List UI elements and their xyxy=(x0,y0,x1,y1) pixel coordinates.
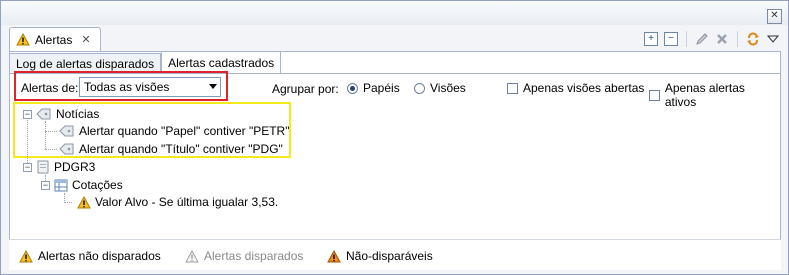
checkbox-label: Apenas visões abertas xyxy=(523,81,645,95)
tree-node-alert-papel[interactable]: Alertar quando "Papel" contiver "PETR" xyxy=(59,122,289,140)
only-active-alerts-checkbox[interactable]: Apenas alertas ativos xyxy=(649,81,778,109)
tree-node-label: Alertar quando "Título" contiver "PDG" xyxy=(79,142,283,156)
tab-log-alertas[interactable]: Log de alertas disparados xyxy=(9,53,162,73)
warning-icon xyxy=(19,249,33,262)
legend-bar: Alertas não disparados Alertas disparado… xyxy=(9,239,781,270)
tree-guide-line xyxy=(45,149,57,150)
alerts-of-dropdown[interactable]: Todas as visões xyxy=(79,77,221,97)
document-icon xyxy=(37,160,49,174)
collapse-node-icon[interactable]: − xyxy=(23,109,32,119)
checkbox-label: Apenas alertas ativos xyxy=(664,81,745,109)
delete-icon[interactable] xyxy=(715,32,729,46)
tree-node-label: Notícias xyxy=(56,107,100,121)
warning-icon xyxy=(16,33,30,46)
sync-icon[interactable] xyxy=(746,32,760,46)
collapse-all-icon[interactable]: − xyxy=(664,32,678,46)
legend-triggered: Alertas disparados xyxy=(185,249,303,263)
legend-not-triggered: Alertas não disparados xyxy=(19,249,161,263)
checkbox-icon xyxy=(507,82,518,94)
collapse-node-icon[interactable]: − xyxy=(41,180,50,190)
view-menu-icon[interactable] xyxy=(766,32,780,46)
toolbar-separator xyxy=(686,31,687,47)
tree-node-valor-alvo[interactable]: Valor Alvo - Se última igualar 3,53. xyxy=(77,193,278,211)
warning-orange-icon xyxy=(327,249,341,262)
view-tab-label: Alertas xyxy=(35,32,73,47)
radio-label: Visões xyxy=(430,81,466,95)
warning-icon xyxy=(77,195,91,208)
tree-node-noticias[interactable]: − Notícias xyxy=(23,105,99,123)
close-tab-icon[interactable]: ✕ xyxy=(81,33,90,46)
tab-alertas-cadastrados[interactable]: Alertas cadastrados xyxy=(161,51,282,73)
radio-selected-icon xyxy=(347,82,358,94)
subtab-strip: Log de alertas disparados Alertas cadast… xyxy=(9,51,282,73)
dropdown-arrow-icon xyxy=(209,84,217,89)
alerts-of-label: Alertas de: xyxy=(21,81,79,95)
warning-outline-icon xyxy=(185,249,199,262)
tree-node-pdgr3[interactable]: − PDGR3 xyxy=(23,158,95,176)
tree-node-label: Cotações xyxy=(72,178,123,192)
alerts-of-value: Todas as visões xyxy=(84,80,170,94)
tag-icon xyxy=(36,108,51,120)
only-open-views-checkbox[interactable]: Apenas visões abertas xyxy=(507,81,644,95)
tag-icon xyxy=(59,143,74,155)
tree-node-label: Valor Alvo - Se última igualar 3,53. xyxy=(95,195,279,209)
radio-unselected-icon xyxy=(414,82,425,94)
expand-all-icon[interactable]: + xyxy=(644,32,658,46)
legend-label: Não-disparáveis xyxy=(346,249,433,263)
tree-node-cotacoes[interactable]: − Cotações xyxy=(41,176,123,194)
edit-icon[interactable] xyxy=(695,32,709,46)
tree-guide-line xyxy=(45,131,57,132)
filter-row: Alertas de: Todas as visões Agrupar por:… xyxy=(14,71,778,109)
window-close-button[interactable]: ✕ xyxy=(767,9,782,24)
tree-node-label: PDGR3 xyxy=(54,160,96,174)
tree-guide-line xyxy=(64,202,72,203)
tree-guide-line xyxy=(45,121,46,149)
toolbar-separator xyxy=(737,31,738,47)
view-toolbar: + − xyxy=(644,31,780,47)
collapse-node-icon[interactable]: − xyxy=(23,162,32,172)
tree-node-alert-titulo[interactable]: Alertar quando "Título" contiver "PDG" xyxy=(59,140,283,158)
checkbox-icon xyxy=(649,89,660,101)
table-icon xyxy=(54,179,68,191)
legend-label: Alertas não disparados xyxy=(38,249,161,263)
group-by-papeis-radio[interactable]: Papéis xyxy=(347,81,400,95)
view-tab-alertas[interactable]: Alertas ✕ xyxy=(9,27,101,51)
group-by-visoes-radio[interactable]: Visões xyxy=(414,81,466,95)
tree-node-label: Alertar quando "Papel" contiver "PETR" xyxy=(79,124,290,138)
tag-icon xyxy=(59,125,74,137)
radio-label: Papéis xyxy=(363,81,400,95)
legend-label: Alertas disparados xyxy=(204,249,304,263)
alert-view-window: ✕ Alertas ✕ + − Log de alertas disparado… xyxy=(0,0,789,275)
group-by-label: Agrupar por: xyxy=(272,82,339,96)
legend-non-triggerable: Não-disparáveis xyxy=(327,249,433,263)
title-bar: ✕ xyxy=(1,1,788,25)
